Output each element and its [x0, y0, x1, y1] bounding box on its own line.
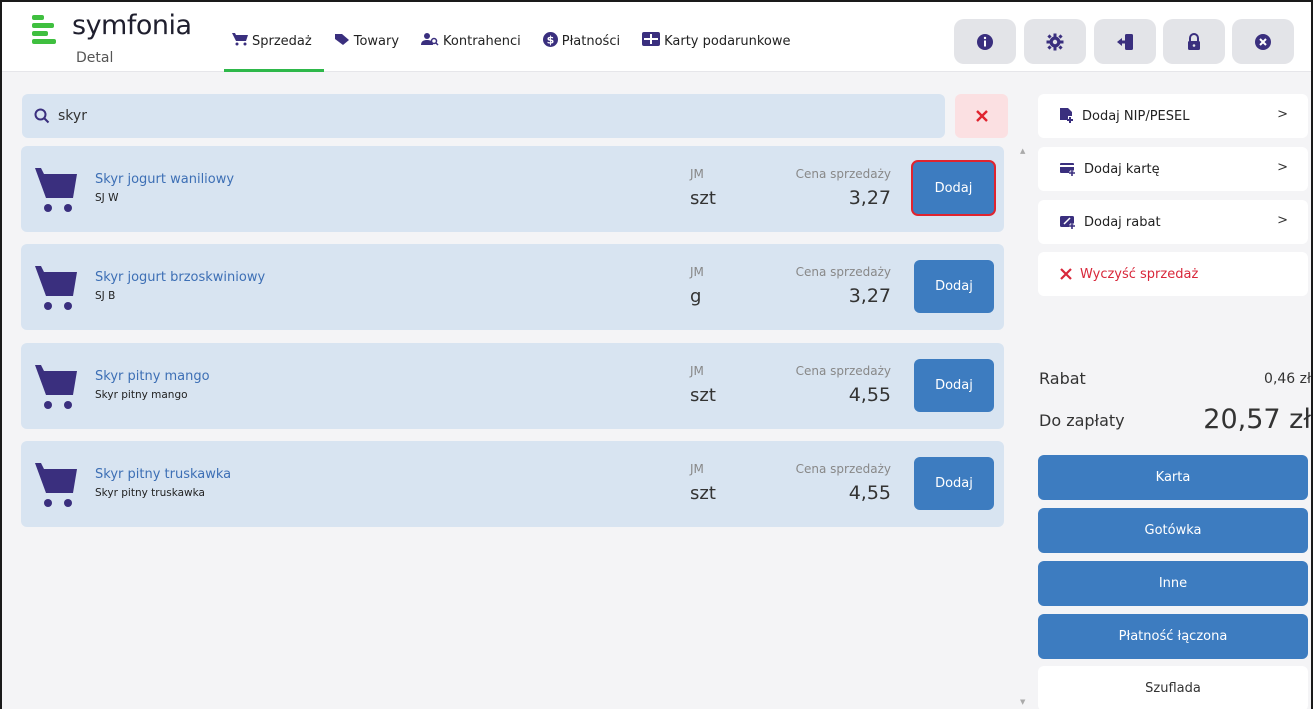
- clear-sale-label: Wyczyść sprzedaż: [1080, 266, 1199, 282]
- nav-label: Karty podarunkowe: [664, 33, 791, 49]
- product-card[interactable]: Skyr jogurt brzoskwiniowy SJ B JM g Cena…: [21, 244, 1004, 330]
- nav-towary[interactable]: Towary: [334, 30, 399, 52]
- price-label: Cena sprzedaży: [795, 265, 891, 279]
- add-card-label: Dodaj kartę: [1084, 161, 1160, 177]
- price-label: Cena sprzedaży: [795, 167, 891, 181]
- price-label: Cena sprzedaży: [795, 364, 891, 378]
- info-icon: [977, 33, 993, 50]
- jm-label: JM: [690, 167, 704, 181]
- pay-combined-button[interactable]: Płatność łączona: [1038, 614, 1308, 659]
- price-value: 3,27: [848, 187, 891, 209]
- search-icon: [34, 108, 50, 124]
- jm-label: JM: [690, 265, 704, 279]
- svg-text:$: $: [546, 33, 554, 46]
- main-nav: Sprzedaż Towary Kontrahenci $ Płatności …: [224, 30, 813, 72]
- pay-card-button[interactable]: Karta: [1038, 455, 1308, 500]
- chevron-right-icon: >: [1277, 213, 1288, 228]
- product-card[interactable]: Skyr jogurt waniliowy SJ W JM szt Cena s…: [21, 146, 1004, 232]
- lock-button[interactable]: [1163, 19, 1225, 64]
- add-card-button[interactable]: Dodaj kartę >: [1038, 147, 1308, 191]
- cart-icon: [35, 365, 77, 409]
- add-discount-label: Dodaj rabat: [1084, 214, 1161, 230]
- add-nip-button[interactable]: Dodaj NIP/PESEL >: [1038, 94, 1308, 138]
- product-code: Skyr pitny truskawka: [95, 487, 205, 499]
- product-card[interactable]: Skyr pitny mango Skyr pitny mango JM szt…: [21, 343, 1004, 429]
- jm-value: szt: [690, 385, 716, 406]
- jm-label: JM: [690, 364, 704, 378]
- product-name: Skyr pitny mango: [95, 369, 210, 384]
- nav-platnosci[interactable]: $ Płatności: [542, 30, 621, 52]
- add-discount-icon: [1060, 215, 1076, 229]
- nav-label: Kontrahenci: [443, 33, 521, 49]
- cart-icon: [35, 168, 77, 212]
- add-button[interactable]: Dodaj: [914, 359, 994, 412]
- scroll-up-arrow[interactable]: ▲: [1020, 147, 1025, 155]
- lock-icon: [1188, 32, 1200, 50]
- nav-label: Płatności: [561, 33, 621, 49]
- product-code: SJ B: [95, 290, 116, 302]
- add-button[interactable]: Dodaj: [914, 260, 994, 313]
- search-input[interactable]: [58, 108, 918, 124]
- pay-cash-button[interactable]: Gotówka: [1038, 508, 1308, 553]
- add-card-icon: [1060, 162, 1076, 176]
- cart-icon: [35, 463, 77, 507]
- gift-card-icon: [642, 32, 661, 50]
- dollar-icon: $: [542, 31, 558, 51]
- price-value: 4,55: [848, 384, 891, 406]
- nav-karty-podarunkowe[interactable]: Karty podarunkowe: [642, 30, 791, 52]
- product-card[interactable]: Skyr pitny truskawka Skyr pitny truskawk…: [21, 441, 1004, 527]
- scroll-down-arrow[interactable]: ▼: [1020, 698, 1025, 706]
- chevron-right-icon: >: [1277, 107, 1288, 122]
- clear-search-button[interactable]: [955, 94, 1008, 138]
- nav-sprzedaz[interactable]: Sprzedaż: [224, 30, 324, 72]
- product-code: SJ W: [95, 192, 119, 204]
- tag-icon: [334, 32, 350, 50]
- close-icon: [1255, 33, 1271, 50]
- settings-button[interactable]: [1024, 19, 1086, 64]
- price-value: 4,55: [848, 482, 891, 504]
- app-header: symfonia Detal Sprzedaż Towary Kontrahen…: [2, 2, 1311, 72]
- gear-icon: [1046, 33, 1064, 50]
- add-discount-button[interactable]: Dodaj rabat >: [1038, 200, 1308, 244]
- add-nip-label: Dodaj NIP/PESEL: [1082, 108, 1190, 124]
- add-document-icon: [1060, 108, 1074, 124]
- product-name: Skyr pitny truskawka: [95, 467, 232, 482]
- jm-value: szt: [690, 188, 716, 209]
- discount-label: Rabat: [1039, 369, 1086, 388]
- logout-icon: [1117, 33, 1133, 50]
- to-pay-label: Do zapłaty: [1039, 411, 1125, 430]
- discount-value: 0,46 zł: [1264, 371, 1311, 387]
- symfonia-logo-icon: [32, 15, 56, 44]
- jm-value: szt: [690, 483, 716, 504]
- price-value: 3,27: [848, 285, 891, 307]
- search-bar: [22, 94, 945, 138]
- add-button[interactable]: Dodaj: [911, 160, 996, 216]
- app-name: symfonia: [72, 10, 192, 41]
- chevron-right-icon: >: [1277, 160, 1288, 175]
- jm-value: g: [690, 286, 702, 307]
- nav-kontrahenci[interactable]: Kontrahenci: [421, 30, 521, 52]
- nav-label: Sprzedaż: [252, 33, 312, 49]
- info-button[interactable]: [954, 19, 1016, 64]
- nav-label: Towary: [353, 33, 400, 49]
- product-code: Skyr pitny mango: [95, 389, 188, 401]
- drawer-button[interactable]: Szuflada: [1038, 666, 1308, 709]
- contacts-icon: [421, 32, 439, 50]
- to-pay-value: 20,57 zł: [1203, 404, 1311, 435]
- price-label: Cena sprzedaży: [795, 462, 891, 476]
- cart-icon: [232, 32, 248, 50]
- close-icon: [975, 110, 988, 122]
- product-name: Skyr jogurt brzoskwiniowy: [95, 270, 266, 285]
- clear-sale-button[interactable]: Wyczyść sprzedaż: [1038, 252, 1308, 296]
- app-module: Detal: [76, 50, 114, 66]
- logout-button[interactable]: [1094, 19, 1156, 64]
- pay-other-button[interactable]: Inne: [1038, 561, 1308, 606]
- add-button[interactable]: Dodaj: [914, 457, 994, 510]
- close-icon: [1060, 268, 1072, 280]
- close-app-button[interactable]: [1232, 19, 1294, 64]
- product-name: Skyr jogurt waniliowy: [95, 172, 235, 187]
- cart-icon: [35, 266, 77, 310]
- jm-label: JM: [690, 462, 704, 476]
